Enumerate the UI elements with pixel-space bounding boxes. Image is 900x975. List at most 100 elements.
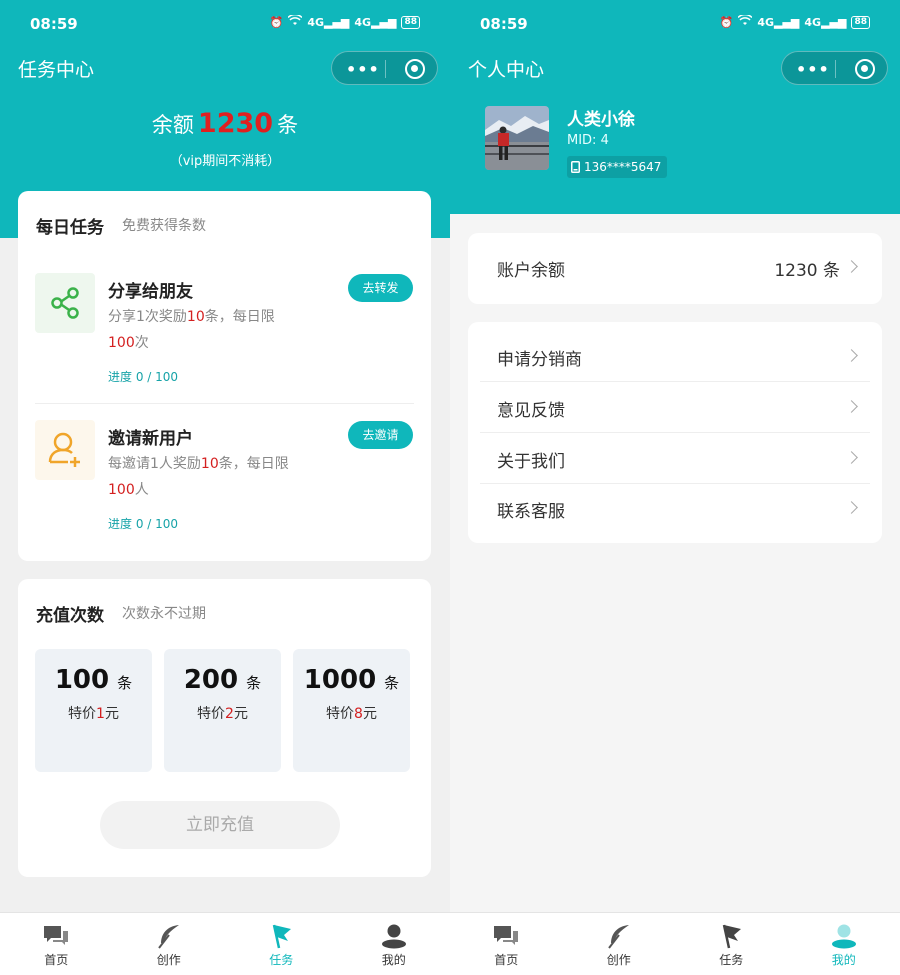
account-balance-value: 1230 条 xyxy=(774,261,840,281)
package-option[interactable]: 100 条 特价1元 xyxy=(35,649,152,772)
tab-label: 我的 xyxy=(381,953,406,967)
wifi-icon xyxy=(287,13,303,29)
tab-bar: 首页 创作 任务 我的 xyxy=(450,912,900,975)
tab-home[interactable]: 首页 xyxy=(0,913,113,975)
tab-label: 创作 xyxy=(156,953,181,967)
task-description: 每邀请1人奖励10条，每日限 100人 xyxy=(108,451,328,503)
task-progress: 进度 0 / 100 xyxy=(108,370,179,384)
signal-icon: 4G▂▄▆ xyxy=(757,15,800,29)
task-reward-count: 10 xyxy=(200,456,219,472)
tab-bar: 首页 创作 任务 我的 xyxy=(0,912,450,975)
status-bar: 08:59 ⏰ 4G▂▄▆ 4G▂▄▆ 88 xyxy=(450,0,900,48)
feather-icon xyxy=(157,925,179,949)
task-name: 分享给朋友 xyxy=(108,282,193,302)
wifi-icon xyxy=(737,13,753,29)
tab-label: 任务 xyxy=(269,953,294,967)
balance-prefix: 余额 xyxy=(151,113,194,137)
balance-value: 1230 xyxy=(197,108,274,139)
user-phone-badge: 136****5647 xyxy=(567,156,668,178)
chevron-right-icon xyxy=(845,260,858,273)
package-amount-value: 1000 xyxy=(303,665,377,695)
avatar[interactable] xyxy=(485,106,549,170)
account-balance-card[interactable]: 账户余额 1230 条 xyxy=(468,233,882,304)
task-reward-count: 10 xyxy=(186,309,205,325)
package-price: 特价1元 xyxy=(35,703,152,723)
user-mid: MID: 4 xyxy=(567,133,609,148)
price-label: 特价 xyxy=(326,706,355,722)
menu-item-feedback[interactable]: 意见反馈 xyxy=(480,383,870,433)
profile-screen: 08:59 ⏰ 4G▂▄▆ 4G▂▄▆ 88 个人中心 ••• 人类小徐 MID… xyxy=(450,0,900,975)
signal-label: 4G xyxy=(757,15,774,29)
task-name: 邀请新用户 xyxy=(108,429,193,449)
tab-mine[interactable]: 我的 xyxy=(788,913,900,975)
more-icon[interactable]: ••• xyxy=(796,60,830,79)
tab-create[interactable]: 创作 xyxy=(563,913,676,975)
chevron-right-icon xyxy=(845,451,858,464)
status-icons: ⏰ 4G▂▄▆ 4G▂▄▆ 88 xyxy=(720,13,870,29)
tab-home[interactable]: 首页 xyxy=(450,913,563,975)
account-balance-label: 账户余额 xyxy=(497,261,565,281)
more-icon[interactable]: ••• xyxy=(346,60,380,79)
user-name: 人类小徐 xyxy=(567,110,635,130)
tab-task[interactable]: 任务 xyxy=(675,913,788,975)
capsule-divider xyxy=(385,60,386,78)
menu-item-label: 申请分销商 xyxy=(497,350,582,370)
vip-note: （vip期间不消耗） xyxy=(169,154,281,169)
capsule-divider xyxy=(835,60,836,78)
package-amount-value: 100 xyxy=(54,665,110,695)
package-amount-value: 200 xyxy=(183,665,239,695)
package-option[interactable]: 200 条 特价2元 xyxy=(164,649,281,772)
recharge-title: 充值次数 xyxy=(36,606,104,626)
account-balance-row[interactable]: 账户余额 1230 条 xyxy=(480,243,870,293)
person-icon xyxy=(831,924,856,949)
task-center-screen: 08:59 ⏰ 4G▂▄▆ 4G▂▄▆ 88 任务中心 ••• 余额 1230 条 … xyxy=(0,0,450,975)
tab-mine[interactable]: 我的 xyxy=(338,913,451,975)
package-option[interactable]: 1000 条 特价8元 xyxy=(293,649,410,772)
status-bar: 08:59 ⏰ 4G▂▄▆ 4G▂▄▆ 88 xyxy=(0,0,450,48)
menu-item-label: 意见反馈 xyxy=(497,401,565,421)
signal-icon: 4G▂▄▆ xyxy=(307,15,350,29)
chevron-right-icon xyxy=(845,501,858,514)
tab-task[interactable]: 任务 xyxy=(225,913,338,975)
mini-program-capsule: ••• xyxy=(781,51,888,85)
close-target-icon[interactable] xyxy=(405,59,425,79)
battery-icon: 88 xyxy=(401,15,420,29)
task-description: 分享1次奖励10条，每日限 100次 xyxy=(108,304,328,356)
price-value: 2 xyxy=(225,706,234,722)
daily-tasks-title: 每日任务 xyxy=(36,218,104,238)
signal-label: 4G xyxy=(307,15,324,29)
chat-icon xyxy=(494,926,519,945)
chevron-right-icon xyxy=(845,400,858,413)
task-limit-unit: 人 xyxy=(134,482,149,498)
package-price: 特价8元 xyxy=(293,703,410,723)
flag-icon xyxy=(723,924,742,949)
mini-program-capsule: ••• xyxy=(331,51,438,85)
menu-item-support[interactable]: 联系客服 xyxy=(480,484,870,534)
add-user-icon xyxy=(35,420,95,480)
recharge-now-button[interactable]: 立即充值 xyxy=(100,801,340,849)
invite-button[interactable]: 去邀请 xyxy=(348,421,413,449)
price-unit: 元 xyxy=(233,706,248,722)
close-target-icon[interactable] xyxy=(855,59,875,79)
price-label: 特价 xyxy=(68,706,97,722)
share-icon xyxy=(35,273,95,333)
tab-create[interactable]: 创作 xyxy=(113,913,226,975)
tab-label: 首页 xyxy=(494,953,519,967)
alarm-icon: ⏰ xyxy=(269,15,284,29)
share-button[interactable]: 去转发 xyxy=(348,274,413,302)
menu-item-about[interactable]: 关于我们 xyxy=(480,434,870,484)
flag-icon xyxy=(273,924,292,949)
recharge-subtitle: 次数永不过期 xyxy=(122,606,206,622)
menu-card: 申请分销商 意见反馈 关于我们 联系客服 xyxy=(468,322,882,543)
chat-icon xyxy=(44,926,69,945)
menu-item-label: 联系客服 xyxy=(497,502,565,522)
status-time: 08:59 xyxy=(30,15,78,33)
price-value: 1 xyxy=(96,706,105,722)
page-title: 任务中心 xyxy=(18,59,95,81)
menu-item-distributor[interactable]: 申请分销商 xyxy=(480,332,870,382)
feather-icon xyxy=(607,925,629,949)
chevron-right-icon xyxy=(845,349,858,362)
signal-icon: 4G▂▄▆ xyxy=(354,15,397,29)
signal-label: 4G xyxy=(804,15,822,29)
daily-tasks-subtitle: 免费获得条数 xyxy=(122,218,206,234)
